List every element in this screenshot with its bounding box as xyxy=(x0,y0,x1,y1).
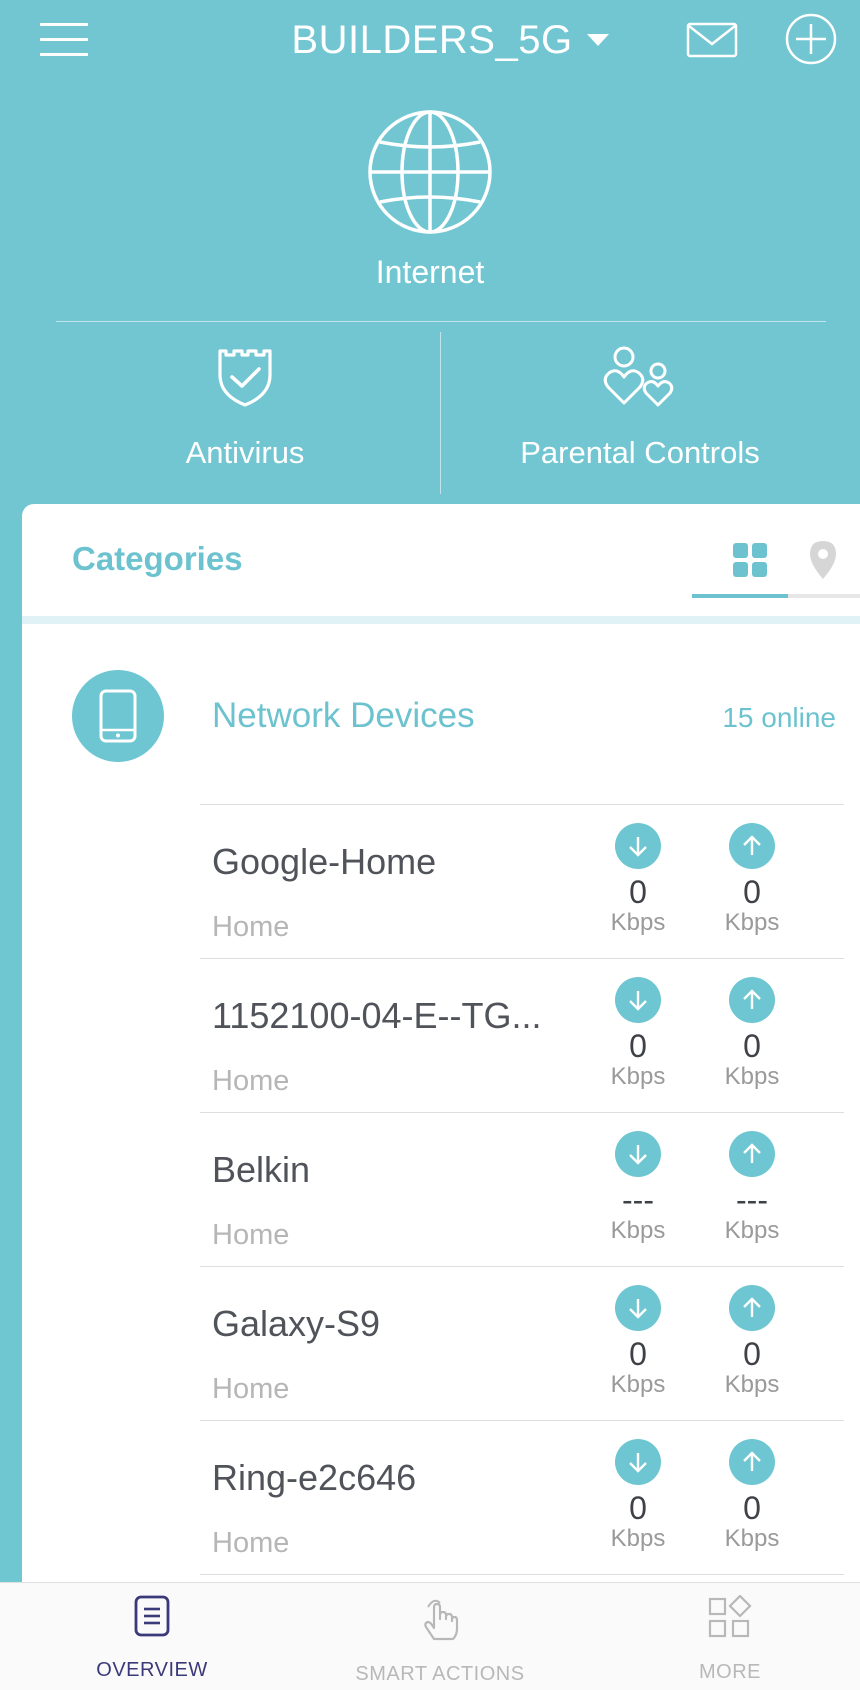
device-name: Galaxy-S9 xyxy=(212,1303,381,1344)
upload-value: 0 xyxy=(743,874,761,910)
device-list: Google-Home Home 0 Kbps 0 Kbps 1152100-0… xyxy=(200,804,844,1690)
tab-indicator xyxy=(692,594,788,598)
parental-controls-label: Parental Controls xyxy=(520,435,760,470)
download-speed: 0 Kbps xyxy=(598,1439,678,1553)
grid-icon xyxy=(733,543,767,577)
upload-unit: Kbps xyxy=(724,1217,780,1244)
upload-value: 0 xyxy=(743,1490,761,1526)
device-row[interactable]: Ring-e2c646 Home 0 Kbps 0 Kbps xyxy=(200,1420,844,1574)
upload-unit: Kbps xyxy=(724,1525,780,1552)
apps-grid-icon xyxy=(708,1595,752,1638)
device-name: Belkin xyxy=(212,1149,311,1190)
internet-label: Internet xyxy=(375,254,485,290)
section-band xyxy=(22,616,860,624)
arrow-up-icon xyxy=(729,1285,775,1331)
download-value: 0 xyxy=(629,1028,647,1064)
device-group: Home xyxy=(212,1219,290,1251)
download-unit: Kbps xyxy=(610,1525,666,1552)
download-unit: Kbps xyxy=(610,1217,666,1244)
header-divider xyxy=(56,321,826,322)
device-name: Google-Home xyxy=(212,841,437,882)
globe-icon xyxy=(368,110,492,234)
network-devices-title[interactable]: Network Devices xyxy=(212,696,475,736)
tab-more-label: MORE xyxy=(699,1661,761,1683)
arrow-up-icon xyxy=(729,977,775,1023)
download-unit: Kbps xyxy=(610,1063,666,1090)
messages-button[interactable] xyxy=(682,16,742,64)
tab-map-view[interactable] xyxy=(788,540,858,596)
tab-overview-label: OVERVIEW xyxy=(96,1659,208,1681)
menu-button[interactable] xyxy=(36,18,92,62)
device-row[interactable]: Belkin Home --- Kbps --- Kbps xyxy=(200,1112,844,1266)
document-list-icon xyxy=(134,1595,170,1637)
upload-value: --- xyxy=(736,1182,768,1218)
arrow-down-icon xyxy=(615,823,661,869)
upload-speed: --- Kbps xyxy=(712,1131,792,1245)
device-group: Home xyxy=(212,911,290,943)
internet-status[interactable]: Internet xyxy=(330,108,530,298)
antivirus-label: Antivirus xyxy=(185,435,305,470)
network-devices-avatar xyxy=(72,670,164,762)
download-value: 0 xyxy=(629,874,647,910)
tab-more[interactable]: MORE xyxy=(620,1595,840,1690)
tab-smart-actions-label: SMART ACTIONS xyxy=(355,1663,525,1685)
upload-speed: 0 Kbps xyxy=(712,977,792,1091)
arrow-down-icon xyxy=(615,1439,661,1485)
header: BUILDERS_5G Internet Antivirus Parental … xyxy=(0,0,860,520)
upload-unit: Kbps xyxy=(724,1371,780,1398)
arrow-up-icon xyxy=(729,823,775,869)
tab-smart-actions[interactable]: SMART ACTIONS xyxy=(330,1595,550,1690)
download-value: --- xyxy=(622,1182,654,1218)
upload-value: 0 xyxy=(743,1336,761,1372)
arrow-down-icon xyxy=(615,1131,661,1177)
menu-icon xyxy=(40,23,88,56)
feature-divider xyxy=(440,332,441,494)
download-unit: Kbps xyxy=(610,1371,666,1398)
phone-icon xyxy=(99,689,137,743)
download-unit: Kbps xyxy=(610,909,666,936)
arrow-up-icon xyxy=(729,1131,775,1177)
upload-value: 0 xyxy=(743,1028,761,1064)
categories-title: Categories xyxy=(72,540,243,577)
download-speed: 0 Kbps xyxy=(598,823,678,937)
add-button[interactable] xyxy=(782,10,840,68)
arrow-down-icon xyxy=(615,977,661,1023)
tab-grid-view[interactable] xyxy=(712,542,788,596)
caret-down-icon xyxy=(586,34,609,46)
tab-overview[interactable]: OVERVIEW xyxy=(42,1595,262,1690)
download-value: 0 xyxy=(629,1490,647,1526)
mail-icon xyxy=(686,22,738,58)
categories-card: Categories Network Devices 15 online Goo… xyxy=(22,504,860,1690)
download-speed: --- Kbps xyxy=(598,1131,678,1245)
map-pin-icon xyxy=(810,541,836,579)
device-row[interactable]: 1152100-04-E--TG... Home 0 Kbps 0 Kbps xyxy=(200,958,844,1112)
online-count: 15 online xyxy=(722,702,836,733)
download-speed: 0 Kbps xyxy=(598,977,678,1091)
upload-speed: 0 Kbps xyxy=(712,1439,792,1553)
family-hearts-icon xyxy=(603,346,674,407)
antivirus-button[interactable]: Antivirus xyxy=(150,345,340,495)
shield-check-icon xyxy=(218,349,272,407)
network-name: BUILDERS_5G xyxy=(291,17,573,62)
device-group: Home xyxy=(212,1065,290,1097)
network-selector[interactable]: BUILDERS_5G xyxy=(270,12,630,68)
bottom-nav: OVERVIEW SMART ACTIONS MORE xyxy=(0,1582,860,1690)
download-value: 0 xyxy=(629,1336,647,1372)
download-speed: 0 Kbps xyxy=(598,1285,678,1399)
device-group: Home xyxy=(212,1373,290,1405)
upload-speed: 0 Kbps xyxy=(712,1285,792,1399)
device-group: Home xyxy=(212,1527,290,1559)
device-row[interactable]: Galaxy-S9 Home 0 Kbps 0 Kbps xyxy=(200,1266,844,1420)
plus-circle-icon xyxy=(785,13,837,65)
upload-unit: Kbps xyxy=(724,909,780,936)
parental-controls-button[interactable]: Parental Controls xyxy=(500,345,780,495)
device-name: 1152100-04-E--TG... xyxy=(212,995,542,1036)
device-name: Ring-e2c646 xyxy=(212,1457,417,1498)
device-row[interactable]: Google-Home Home 0 Kbps 0 Kbps xyxy=(200,804,844,958)
tap-hand-icon xyxy=(424,1599,459,1641)
upload-unit: Kbps xyxy=(724,1063,780,1090)
arrow-up-icon xyxy=(729,1439,775,1485)
arrow-down-icon xyxy=(615,1285,661,1331)
upload-speed: 0 Kbps xyxy=(712,823,792,937)
